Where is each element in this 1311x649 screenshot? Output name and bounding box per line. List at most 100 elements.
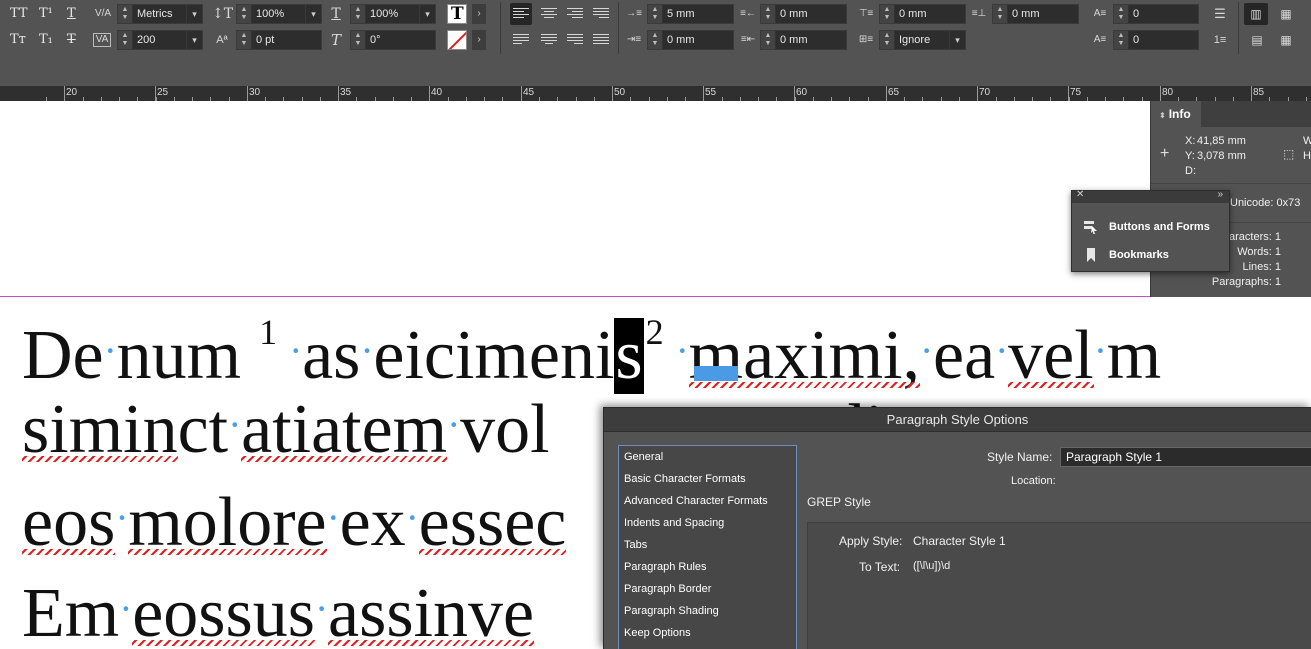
chevron-down-icon[interactable]: ▾ — [305, 5, 321, 23]
word: m — [1106, 317, 1162, 394]
subscript-button[interactable]: T₁ — [39, 31, 53, 49]
paragraph-columns-icon[interactable]: ▦ — [1276, 4, 1296, 24]
kerning-field[interactable]: ▲ ▼ Metrics ▾ — [117, 4, 203, 24]
category-item[interactable]: Paragraph Shading — [624, 605, 719, 617]
drop-cap-chars-stepper[interactable]: ▲ ▼ — [1114, 31, 1129, 49]
chevron-down-icon[interactable]: ▾ — [419, 5, 435, 23]
small-caps-button[interactable]: Tт — [10, 31, 26, 49]
category-item[interactable]: Advanced Character Formats — [624, 495, 768, 507]
bulleted-list-icon[interactable]: ☰ — [1210, 4, 1230, 24]
panel-item-buttons-forms[interactable]: Buttons and Forms — [1084, 216, 1229, 238]
first-line-indent-stepper[interactable]: ▲ ▼ — [648, 31, 663, 49]
right-indent-field[interactable]: ▲ ▼ 0 mm — [760, 4, 847, 24]
misspelled-word: maximi, — [688, 317, 921, 394]
align-right-button[interactable] — [564, 3, 586, 25]
drop-cap-chars-field[interactable]: ▲ ▼ 0 — [1113, 30, 1199, 50]
text-line-3[interactable]: eos·molore·ex·essec — [22, 480, 566, 561]
horizontal-scale-stepper[interactable]: ▲ ▼ — [351, 5, 366, 23]
style-name-input[interactable]: Paragraph Style 1 — [1060, 447, 1311, 467]
tracking-field[interactable]: ▲ ▼ 200 ▾ — [117, 30, 203, 50]
underline-button[interactable]: T — [67, 5, 76, 23]
justify-center-button[interactable] — [538, 29, 560, 51]
align-center-button[interactable] — [538, 3, 560, 25]
align-to-grid-stepper[interactable]: ▲ ▼ — [880, 31, 895, 49]
collapse-icon[interactable]: ⬍ — [1159, 111, 1166, 120]
drop-cap-lines-field[interactable]: ▲ ▼ 0 — [1113, 4, 1199, 24]
category-item[interactable]: Keep Options — [624, 627, 691, 639]
span-columns-icon[interactable]: ▤ — [1247, 30, 1267, 50]
left-indent-stepper[interactable]: ▲ ▼ — [648, 5, 663, 23]
to-text-value[interactable]: ([\l\u])\d — [913, 560, 950, 572]
category-list[interactable]: General Basic Character Formats Advanced C… — [618, 445, 797, 649]
justify-all-button[interactable] — [590, 29, 612, 51]
close-icon[interactable]: ✕ — [1076, 189, 1084, 200]
superscript-button[interactable]: T¹ — [39, 5, 53, 23]
vertical-scale-field[interactable]: ▲ ▼ 100% ▾ — [236, 4, 322, 24]
chevron-down-icon[interactable]: ▾ — [949, 31, 965, 49]
align-left-button[interactable] — [510, 3, 532, 25]
category-item[interactable]: Paragraph Rules — [624, 561, 707, 573]
space-before-stepper[interactable]: ▲ ▼ — [880, 5, 895, 23]
horizontal-ruler[interactable]: 20 25 30 35 40 45 50 55 60 65 70 75 80 85 — [0, 86, 1311, 101]
stroke-menu-arrow[interactable]: › — [472, 30, 486, 50]
selected-character[interactable]: s — [614, 318, 644, 394]
strikethrough-button[interactable]: T — [67, 31, 76, 49]
tracking-stepper[interactable]: ▲ ▼ — [118, 31, 133, 49]
justify-right-button[interactable] — [564, 29, 586, 51]
floating-panel-titlebar[interactable]: ✕ » — [1072, 189, 1229, 203]
word: De — [22, 317, 104, 394]
baseline-shift-field[interactable]: ▲ ▼ 0 pt — [236, 30, 322, 50]
words-count: Words: 1 — [1237, 246, 1281, 258]
last-line-indent-stepper[interactable]: ▲ ▼ — [761, 31, 776, 49]
last-line-indent-field[interactable]: ▲ ▼ 0 mm — [760, 30, 847, 50]
paragraphs-count: Paragraphs: 1 — [1211, 276, 1281, 288]
space-after-stepper[interactable]: ▲ ▼ — [993, 5, 1008, 23]
category-item[interactable]: Indents and Spacing — [624, 517, 724, 529]
panel-item-bookmarks[interactable]: Bookmarks — [1084, 244, 1229, 266]
baseline-shift-stepper[interactable]: ▲ ▼ — [237, 31, 252, 49]
numbered-list-icon[interactable]: 1≡ — [1210, 30, 1230, 50]
text-line-4[interactable]: Em·eossus·assinve — [22, 571, 534, 649]
apply-style-value[interactable]: Character Style 1 — [913, 534, 1006, 548]
space-after-field[interactable]: ▲ ▼ 0 mm — [992, 4, 1079, 24]
chevron-down-icon[interactable]: ▾ — [186, 5, 202, 23]
left-indent-field[interactable]: ▲ ▼ 5 mm — [647, 4, 734, 24]
text-line-1[interactable]: De·num 1 ·as·eicimenis2 ·maximi,·ea·vel·m — [22, 294, 1161, 394]
first-line-indent-field[interactable]: ▲ ▼ 0 mm — [647, 30, 734, 50]
expand-icon[interactable]: » — [1217, 189, 1223, 200]
ruler-label: 75 — [1070, 87, 1082, 98]
right-indent-stepper[interactable]: ▲ ▼ — [761, 5, 776, 23]
align-to-grid-select[interactable]: ▲ ▼ Ignore ▾ — [879, 30, 966, 50]
floating-panel: ✕ » Buttons and Forms Bookmarks — [1071, 189, 1230, 272]
justify-center-icon — [541, 34, 557, 46]
tab-info[interactable]: ⬍ Info — [1151, 101, 1201, 127]
superscript-digit: 1 — [259, 312, 278, 352]
grep-style-list[interactable]: Apply Style: Character Style 1 To Text: … — [807, 522, 1311, 649]
paragraph-style-options-dialog: Paragraph Style Options General Basic Cha… — [603, 407, 1311, 649]
category-item[interactable]: Tabs — [624, 539, 647, 551]
vertical-scale-stepper[interactable]: ▲ ▼ — [237, 5, 252, 23]
ruler-label: 65 — [888, 87, 900, 98]
space-before-icon: ⊤≡ — [858, 8, 874, 19]
skew-field[interactable]: ▲ ▼ 0° — [350, 30, 436, 50]
fill-menu-arrow[interactable]: › — [472, 4, 486, 24]
baseline-shift-icon: Aª — [216, 34, 228, 46]
category-item[interactable]: Paragraph Border — [624, 583, 711, 595]
columns-button[interactable]: ▥ — [1244, 3, 1268, 25]
text-stroke-swatch[interactable] — [447, 30, 467, 50]
kerning-stepper[interactable]: ▲ ▼ — [118, 5, 133, 23]
split-columns-icon[interactable]: ▦ — [1276, 30, 1296, 50]
space-before-field[interactable]: ▲ ▼ 0 mm — [879, 4, 966, 24]
align-towards-spine-button[interactable] — [590, 3, 612, 25]
all-caps-button[interactable]: TT — [10, 5, 28, 23]
justify-left-button[interactable] — [510, 29, 532, 51]
skew-stepper[interactable]: ▲ ▼ — [351, 31, 366, 49]
text-fill-swatch[interactable]: T — [447, 4, 467, 24]
category-item[interactable]: Basic Character Formats — [624, 473, 746, 485]
chevron-down-icon[interactable]: ▾ — [186, 31, 202, 49]
drop-cap-lines-stepper[interactable]: ▲ ▼ — [1114, 5, 1129, 23]
horizontal-scale-field[interactable]: ▲ ▼ 100% ▾ — [350, 4, 436, 24]
dialog-title[interactable]: Paragraph Style Options — [604, 408, 1311, 432]
category-item[interactable]: General — [624, 451, 663, 463]
justify-all-icon — [593, 34, 609, 46]
